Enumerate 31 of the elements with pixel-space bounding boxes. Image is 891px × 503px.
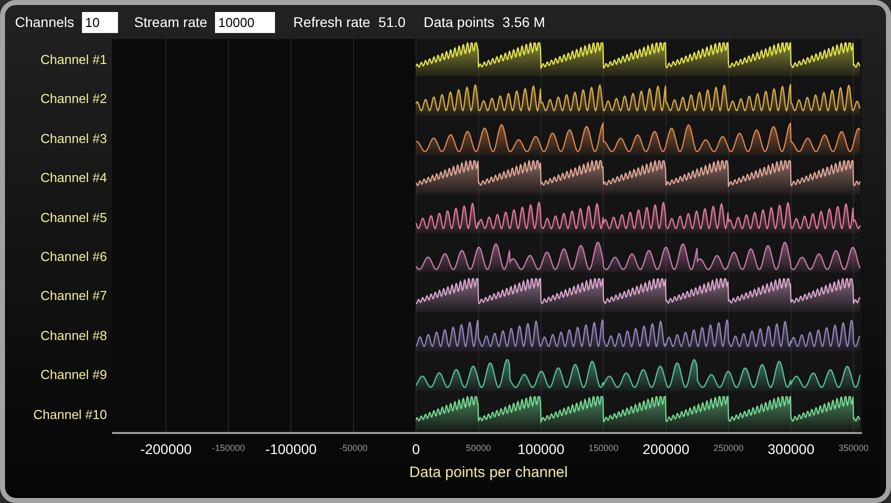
axis-title: Data points per channel bbox=[409, 464, 568, 481]
tick-label: 100000 bbox=[518, 440, 564, 459]
channel-label: Channel #1 bbox=[40, 50, 107, 69]
tick-label: -100000 bbox=[265, 440, 317, 459]
channel-label: Channel #6 bbox=[40, 248, 107, 266]
stream-rate-field[interactable]: 10000 bbox=[215, 12, 276, 32]
tick-label: -200000 bbox=[140, 440, 192, 459]
tick-label: 300000 bbox=[768, 440, 814, 459]
data-points-value: 3.56 M bbox=[502, 12, 546, 32]
channel-label: Channel #2 bbox=[40, 90, 107, 108]
channel-label: Channel #9 bbox=[40, 366, 107, 384]
refresh-rate-value: 51.0 bbox=[378, 12, 406, 32]
channel-label: Channel #4 bbox=[40, 169, 107, 188]
tick-label: 250000 bbox=[713, 442, 744, 455]
field-label: Channels bbox=[15, 12, 74, 32]
channel-label: Channel #3 bbox=[40, 130, 107, 148]
channel-label: Channel #10 bbox=[33, 406, 107, 424]
field-label: Refresh rate bbox=[293, 12, 370, 32]
tick-label: 350000 bbox=[838, 442, 869, 455]
tick-label: -50000 bbox=[339, 442, 368, 455]
field-label: Stream rate bbox=[134, 12, 208, 32]
channel-label: Channel #5 bbox=[40, 208, 107, 227]
field-label: Data points bbox=[424, 12, 494, 32]
tick-label: 0 bbox=[412, 440, 420, 459]
tick-label: -150000 bbox=[212, 442, 246, 455]
tick-label: 50000 bbox=[466, 442, 492, 455]
channel-label: Channel #7 bbox=[40, 287, 107, 306]
channel-label: Channel #8 bbox=[40, 326, 107, 345]
channels-field[interactable]: 10 bbox=[82, 12, 118, 32]
tick-label: 200000 bbox=[642, 440, 690, 459]
tick-label: 150000 bbox=[588, 442, 619, 455]
